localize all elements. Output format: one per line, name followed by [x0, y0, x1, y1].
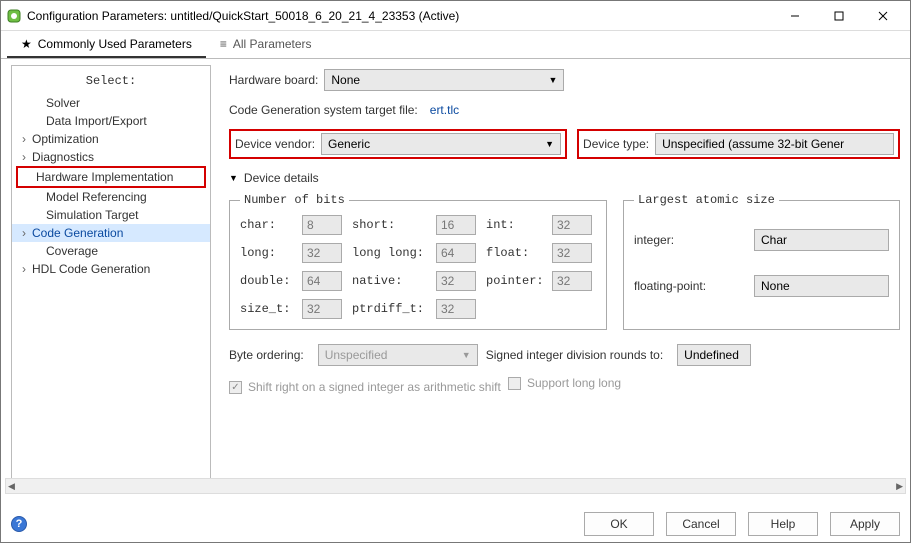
- hw-board-dropdown[interactable]: None▼: [324, 69, 564, 91]
- bits-longlong-field: 64: [436, 243, 476, 263]
- cg-target-link[interactable]: ert.tlc: [430, 103, 459, 117]
- device-vendor-label: Device vendor:: [235, 137, 315, 151]
- device-vendor-dropdown[interactable]: Generic▼: [321, 133, 561, 155]
- star-icon: ★: [21, 37, 32, 51]
- bits-sizet-field: 32: [302, 299, 342, 319]
- highlight-box: Device vendor: Generic▼: [229, 129, 567, 159]
- cg-target-label: Code Generation system target file:: [229, 103, 418, 117]
- bits-native-field: 32: [436, 271, 476, 291]
- bits-ptrdiff-field: 32: [436, 299, 476, 319]
- sidebar-item-hardware-impl[interactable]: Hardware Implementation: [22, 168, 200, 186]
- highlight-box: Hardware Implementation: [16, 166, 206, 188]
- bits-short-field: 16: [436, 215, 476, 235]
- highlight-box: Device type: Unspecified (assume 32-bit …: [577, 129, 900, 159]
- apply-button[interactable]: Apply: [830, 512, 900, 536]
- checkbox-unchecked-icon: [508, 377, 521, 390]
- group-legend: Largest atomic size: [634, 193, 779, 207]
- horizontal-scrollbar[interactable]: ◀ ▶: [5, 478, 906, 494]
- chevron-right-icon[interactable]: ›: [22, 150, 32, 164]
- list-icon: ≡: [220, 37, 227, 51]
- chevron-right-icon[interactable]: ›: [22, 226, 32, 240]
- byte-ordering-dropdown: Unspecified▼: [318, 344, 478, 366]
- tab-common[interactable]: ★ Commonly Used Parameters: [7, 32, 206, 58]
- bits-char-field: 8: [302, 215, 342, 235]
- sidebar-item-model-ref[interactable]: Model Referencing: [12, 188, 210, 206]
- sidebar-item-diagnostics[interactable]: ›Diagnostics: [12, 148, 210, 166]
- chevron-right-icon[interactable]: ›: [22, 132, 32, 146]
- footer: ? OK Cancel Help Apply: [1, 512, 910, 536]
- tab-all[interactable]: ≡ All Parameters: [206, 32, 326, 58]
- sidebar-item-solver[interactable]: Solver: [12, 94, 210, 112]
- content-panel: Hardware board: None▼ Code Generation sy…: [211, 59, 910, 481]
- sidebar-item-code-gen[interactable]: ›Code Generation: [12, 224, 210, 242]
- tab-bar: ★ Commonly Used Parameters ≡ All Paramet…: [1, 31, 910, 59]
- help-button[interactable]: Help: [748, 512, 818, 536]
- byte-ordering-label: Byte ordering:: [229, 348, 304, 362]
- sidebar: Select: Solver Data Import/Export ›Optim…: [11, 65, 211, 481]
- tab-label: All Parameters: [233, 37, 312, 51]
- bits-float-field: 32: [552, 243, 592, 263]
- sidebar-item-dataio[interactable]: Data Import/Export: [12, 112, 210, 130]
- device-type-label: Device type:: [583, 137, 649, 151]
- sidebar-title: Select:: [12, 72, 210, 94]
- bits-double-field: 64: [302, 271, 342, 291]
- bits-long-field: 32: [302, 243, 342, 263]
- chevron-down-icon: ▼: [545, 139, 554, 149]
- window-title: Configuration Parameters: untitled/Quick…: [27, 9, 780, 23]
- atomic-float-dropdown[interactable]: None: [754, 275, 889, 297]
- ok-button[interactable]: OK: [584, 512, 654, 536]
- scroll-right-icon[interactable]: ▶: [896, 481, 903, 492]
- chevron-down-icon: ▼: [229, 173, 238, 183]
- rounds-dropdown[interactable]: Undefined: [677, 344, 751, 366]
- scroll-left-icon[interactable]: ◀: [8, 481, 15, 492]
- device-details-toggle[interactable]: ▼ Device details: [229, 171, 900, 185]
- main-area: Select: Solver Data Import/Export ›Optim…: [1, 59, 910, 481]
- device-type-dropdown[interactable]: Unspecified (assume 32-bit Gener: [655, 133, 894, 155]
- bits-pointer-field: 32: [552, 271, 592, 291]
- close-button[interactable]: [868, 5, 898, 27]
- number-of-bits-group: Number of bits char:8 short:16 int:32 lo…: [229, 193, 607, 330]
- bits-int-field: 32: [552, 215, 592, 235]
- sidebar-item-coverage[interactable]: Coverage: [12, 242, 210, 260]
- app-icon: [7, 9, 21, 23]
- chevron-down-icon: ▼: [462, 350, 471, 360]
- tab-label: Commonly Used Parameters: [38, 37, 192, 51]
- hw-board-label: Hardware board:: [229, 73, 318, 87]
- shift-right-checkbox: ✓ Shift right on a signed integer as ari…: [229, 380, 501, 394]
- checkbox-checked-icon: ✓: [229, 381, 242, 394]
- minimize-button[interactable]: [780, 5, 810, 27]
- cancel-button[interactable]: Cancel: [666, 512, 736, 536]
- group-legend: Number of bits: [240, 193, 349, 207]
- help-icon[interactable]: ?: [11, 516, 27, 532]
- sidebar-item-sim-target[interactable]: Simulation Target: [12, 206, 210, 224]
- chevron-down-icon: ▼: [548, 75, 557, 85]
- titlebar: Configuration Parameters: untitled/Quick…: [1, 1, 910, 31]
- sidebar-item-hdl[interactable]: ›HDL Code Generation: [12, 260, 210, 278]
- support-longlong-checkbox: Support long long: [508, 376, 621, 390]
- chevron-right-icon[interactable]: ›: [22, 262, 32, 276]
- sidebar-item-optimization[interactable]: ›Optimization: [12, 130, 210, 148]
- atomic-size-group: Largest atomic size integer: Char floati…: [623, 193, 900, 330]
- maximize-button[interactable]: [824, 5, 854, 27]
- atomic-integer-dropdown[interactable]: Char: [754, 229, 889, 251]
- rounds-label: Signed integer division rounds to:: [486, 348, 663, 362]
- window-controls: [780, 5, 904, 27]
